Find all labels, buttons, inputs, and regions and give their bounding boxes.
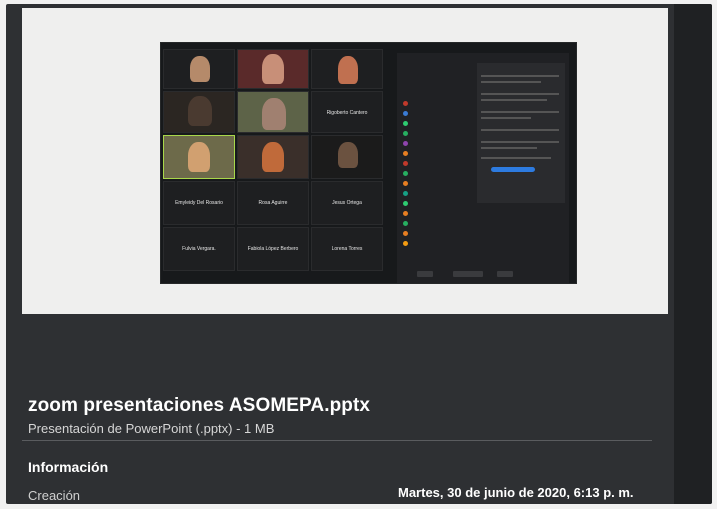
- participant-tile-active: [163, 135, 235, 179]
- participant-name: Jesus Ortega: [332, 200, 362, 206]
- participant-name: Fulvia Vergara.: [182, 246, 216, 252]
- participant-name: Rosa Aguirre: [258, 200, 288, 206]
- participant-tile: Rigoberto Cantero: [311, 91, 383, 133]
- participant-tile: [311, 135, 383, 179]
- file-type: Presentación de PowerPoint (.pptx) - 1 M…: [28, 421, 275, 436]
- participant-row: [403, 221, 521, 228]
- participants-panel: [397, 53, 569, 283]
- section-divider: [22, 440, 652, 441]
- bottom-frame: [0, 504, 717, 509]
- file-preview: Rigoberto Cantero Emyleidy Del Rosario R…: [22, 8, 668, 314]
- participant-tile: [163, 91, 235, 133]
- participant-tile: Fulvia Vergara.: [163, 227, 235, 271]
- participant-row: [403, 231, 521, 238]
- participant-row: [403, 211, 521, 218]
- monitor-screen: Rigoberto Cantero Emyleidy Del Rosario R…: [6, 4, 712, 504]
- participant-tile: [237, 91, 309, 133]
- participant-tile: Lorena Torres: [311, 227, 383, 271]
- file-thumbnails: [681, 53, 711, 273]
- created-label: Creación: [28, 488, 81, 503]
- participant-name: Lorena Torres: [331, 246, 363, 252]
- participant-name: Fabiola López Berbero: [247, 246, 299, 252]
- chat-message-highlight: [491, 167, 535, 172]
- participant-tile: [163, 49, 235, 89]
- participant-tile: [237, 135, 309, 179]
- participant-tile: [237, 49, 309, 89]
- file-name: zoom presentaciones ASOMEPA.pptx: [28, 395, 371, 416]
- chat-panel: [477, 63, 565, 203]
- info-heading: Información: [28, 459, 109, 475]
- participant-row: [403, 241, 521, 248]
- participant-tile: [311, 49, 383, 89]
- created-value: Martes, 30 de junio de 2020, 6:13 p. m.: [398, 485, 634, 500]
- slide-screenshot: Rigoberto Cantero Emyleidy Del Rosario R…: [160, 42, 577, 284]
- participant-tile: Emyleidy Del Rosario: [163, 181, 235, 225]
- participant-name: Emyleidy Del Rosario: [175, 200, 223, 206]
- participant-name: Rigoberto Cantero: [326, 110, 368, 116]
- participant-tile: Jesus Ortega: [311, 181, 383, 225]
- participant-tile: Rosa Aguirre: [237, 181, 309, 225]
- participant-tile: Fabiola López Berbero: [237, 227, 309, 271]
